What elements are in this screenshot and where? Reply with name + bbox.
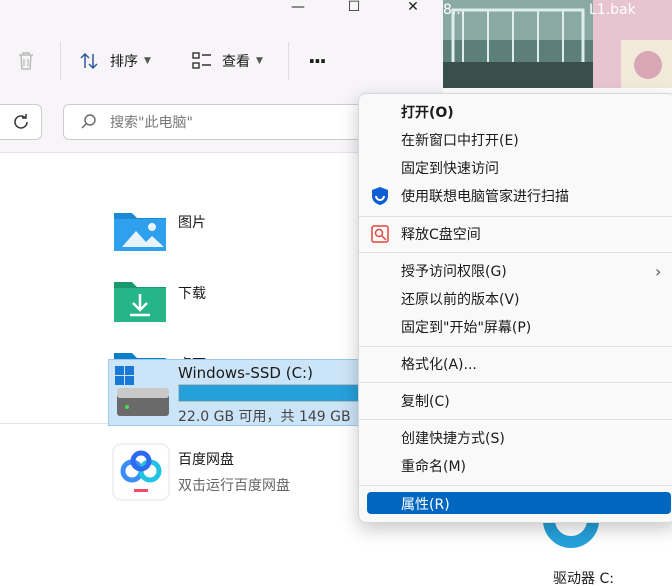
- thumbnail-caption-left: 8...: [443, 2, 466, 18]
- sort-label: 排序: [110, 54, 138, 70]
- search-icon: [81, 114, 96, 129]
- lenovo-shield-icon: [372, 187, 388, 205]
- menu-item-grant-access[interactable]: 授予访问权限(G) ›: [359, 257, 672, 285]
- view-icon: [192, 52, 211, 69]
- menu-separator: [359, 419, 672, 420]
- menu-separator: [359, 346, 672, 347]
- delete-button[interactable]: [14, 46, 38, 76]
- menu-item-open[interactable]: 打开(O): [359, 98, 672, 126]
- sort-button[interactable]: 排序 ▼: [78, 46, 151, 76]
- folder-item-downloads[interactable]: 下载: [112, 278, 206, 324]
- folder-label: 下载: [178, 286, 206, 302]
- drive-space-text: 22.0 GB 可用，共 149 GB: [178, 409, 351, 425]
- menu-item-label: 固定到快速访问: [401, 161, 499, 177]
- app-item-baidu-netdisk[interactable]: 百度网盘 双击运行百度网盘: [112, 443, 290, 501]
- menu-item-create-shortcut[interactable]: 创建快捷方式(S): [359, 424, 672, 452]
- trash-icon: [19, 52, 33, 70]
- toolbar-divider: [60, 42, 61, 80]
- menu-separator: [359, 485, 672, 486]
- menu-item-pin-start[interactable]: 固定到"开始"屏幕(P): [359, 313, 672, 341]
- cleanup-icon: [371, 225, 389, 243]
- menu-item-restore-versions[interactable]: 还原以前的版本(V): [359, 285, 672, 313]
- menu-item-label: 在新窗口中打开(E): [401, 133, 519, 149]
- menu-item-format[interactable]: 格式化(A)...: [359, 350, 672, 378]
- menu-item-lenovo-scan[interactable]: 使用联想电脑管家进行扫描: [359, 182, 672, 210]
- chevron-down-icon: ▼: [256, 56, 263, 66]
- pictures-folder-icon: [114, 213, 166, 251]
- downloads-folder-icon: [114, 282, 166, 322]
- drive-label: Windows-SSD (C:): [178, 364, 313, 382]
- sort-icon: [80, 52, 98, 70]
- menu-item-label: 格式化(A)...: [401, 357, 477, 373]
- menu-separator: [359, 382, 672, 383]
- menu-item-label: 释放C盘空间: [401, 227, 481, 243]
- search-box[interactable]: 搜索"此电脑": [63, 104, 363, 140]
- thumbnail-caption-right: L1.bak: [589, 2, 636, 18]
- app-sublabel: 双击运行百度网盘: [178, 478, 290, 494]
- menu-item-label: 固定到"开始"屏幕(P): [401, 320, 532, 336]
- folder-item-pictures[interactable]: 图片: [112, 207, 206, 253]
- minimize-button[interactable]: —: [278, 0, 318, 16]
- menu-separator: [359, 252, 672, 253]
- maximize-button[interactable]: ☐: [334, 0, 374, 16]
- image-thumbnail: [443, 0, 672, 88]
- menu-item-label: 打开(O): [401, 105, 454, 121]
- chevron-down-icon: ▼: [144, 56, 151, 66]
- refresh-icon: [14, 114, 28, 129]
- close-button[interactable]: ✕: [393, 0, 433, 16]
- search-input[interactable]: 搜索"此电脑": [110, 112, 193, 132]
- drive-usage-fill: [179, 385, 379, 401]
- menu-item-label: 重命名(M): [401, 459, 467, 475]
- menu-item-properties[interactable]: 属性(R): [359, 490, 672, 518]
- toolbar-divider: [288, 42, 289, 80]
- menu-item-free-c-space[interactable]: 释放C盘空间: [359, 220, 672, 248]
- app-text: 百度网盘 双击运行百度网盘: [178, 449, 290, 495]
- more-options-button[interactable]: ···: [308, 46, 327, 76]
- menu-item-copy[interactable]: 复制(C): [359, 387, 672, 415]
- menu-item-label: 属性(R): [401, 497, 450, 513]
- refresh-button[interactable]: [0, 104, 42, 140]
- menu-separator: [359, 216, 672, 217]
- menu-item-label: 创建快捷方式(S): [401, 431, 505, 447]
- menu-item-rename[interactable]: 重命名(M): [359, 452, 672, 480]
- chevron-right-icon: ›: [655, 261, 662, 281]
- menu-item-label: 使用联想电脑管家进行扫描: [401, 189, 569, 205]
- view-label: 查看: [222, 54, 250, 70]
- context-menu: 打开(O) 在新窗口中打开(E) 固定到快速访问 使用联想电脑管家进行扫描 释放…: [358, 93, 672, 523]
- app-label: 百度网盘: [178, 452, 234, 468]
- title-bar: — ☐ ✕: [0, 0, 443, 18]
- thumbnail-strip: 8... L1.bak: [443, 0, 672, 88]
- menu-item-label: 授予访问权限(G): [401, 264, 507, 280]
- menu-item-label: 复制(C): [401, 394, 450, 410]
- baidu-netdisk-icon: [112, 443, 170, 501]
- menu-item-label: 还原以前的版本(V): [401, 292, 520, 308]
- folder-label: 图片: [178, 215, 206, 231]
- view-button[interactable]: 查看 ▼: [190, 46, 263, 76]
- drive-icon: [115, 366, 169, 416]
- command-bar: 排序 ▼ 查看 ▼ ···: [0, 32, 443, 88]
- menu-item-pin-quick-access[interactable]: 固定到快速访问: [359, 154, 672, 182]
- menu-item-open-new-window[interactable]: 在新窗口中打开(E): [359, 126, 672, 154]
- drive-caption: 驱动器 C:: [553, 571, 614, 586]
